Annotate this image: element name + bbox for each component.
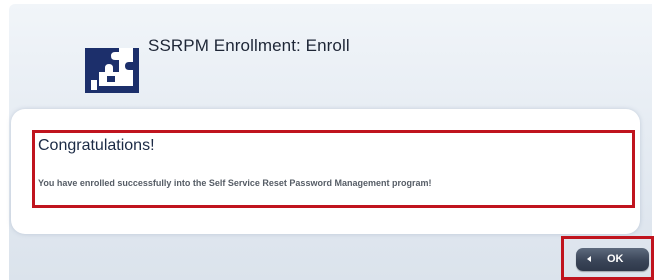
arrow-left-icon <box>587 256 591 262</box>
enrollment-message: You have enrolled successfully into the … <box>38 178 432 188</box>
ok-button[interactable]: OK <box>576 248 649 271</box>
ssrpm-puzzle-icon <box>85 48 139 93</box>
congratulations-heading: Congratulations! <box>38 137 155 154</box>
dialog-header: SSRPM Enrollment: Enroll <box>0 0 654 100</box>
dialog-title: SSRPM Enrollment: Enroll <box>148 36 350 55</box>
ok-button-label: OK <box>607 253 624 265</box>
